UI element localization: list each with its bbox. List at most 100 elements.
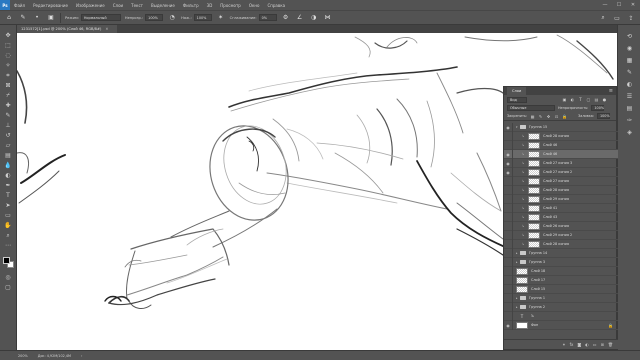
filter-type-icon[interactable]: T bbox=[578, 97, 583, 102]
channels-panel-icon[interactable]: ▤ bbox=[624, 103, 635, 113]
angle-icon[interactable]: ∠ bbox=[295, 13, 305, 23]
menu-item[interactable]: Выделение bbox=[147, 3, 179, 8]
layer-row[interactable]: ◉ ↳ Слой 27 копия 2 bbox=[504, 167, 618, 177]
menu-item[interactable]: Изображение bbox=[72, 3, 109, 8]
visibility-eye-icon[interactable]: ◉ bbox=[504, 167, 513, 177]
filter-kind-select[interactable]: Вид bbox=[507, 96, 527, 103]
layer-row[interactable]: ◉ ↳ Слой 27 копия 3 bbox=[504, 158, 618, 168]
visibility-eye-icon[interactable] bbox=[504, 140, 513, 150]
healing-brush-tool-icon[interactable]: ✚ bbox=[3, 101, 13, 110]
quick-mask-icon[interactable]: ◎ bbox=[3, 273, 13, 282]
menu-item[interactable]: Просмотр bbox=[216, 3, 245, 8]
visibility-eye-icon[interactable]: ◉ bbox=[504, 122, 513, 132]
workspace-icon[interactable]: ▭ bbox=[612, 13, 622, 23]
layer-group-row[interactable]: ▸ Группа 14 bbox=[504, 248, 618, 258]
maximize-button[interactable]: ☐ bbox=[612, 0, 626, 10]
visibility-eye-icon[interactable] bbox=[504, 221, 513, 231]
visibility-eye-icon[interactable] bbox=[504, 257, 513, 267]
opacity-field[interactable]: 100% bbox=[145, 14, 164, 21]
frame-tool-icon[interactable]: ⊠ bbox=[3, 81, 13, 90]
move-tool-icon[interactable]: ✥ bbox=[3, 31, 13, 40]
pressure-size-icon[interactable]: ◑ bbox=[309, 13, 319, 23]
eyedropper-tool-icon[interactable]: ⌿ bbox=[3, 91, 13, 100]
blend-mode-select[interactable]: Обычные bbox=[507, 105, 555, 111]
visibility-eye-icon[interactable] bbox=[504, 131, 513, 141]
visibility-eye-icon[interactable] bbox=[504, 194, 513, 204]
visibility-eye-icon[interactable] bbox=[504, 275, 513, 285]
adjustment-layer-icon[interactable]: ◐ bbox=[585, 342, 589, 347]
filter-toggle-icon[interactable]: ● bbox=[602, 97, 607, 102]
menu-item[interactable]: Файл bbox=[10, 3, 29, 8]
history-brush-tool-icon[interactable]: ↺ bbox=[3, 131, 13, 140]
lock-position-icon[interactable]: ✥ bbox=[546, 114, 551, 119]
link-layers-icon[interactable]: ⚭ bbox=[562, 342, 565, 347]
fill-field[interactable]: 100% bbox=[596, 113, 610, 119]
share-icon[interactable]: ⇪ bbox=[626, 13, 636, 23]
marquee-tool-icon[interactable]: ⬚ bbox=[3, 41, 13, 50]
brush-preset-icon[interactable]: ✎ bbox=[18, 13, 28, 23]
brush-size-icon[interactable]: • bbox=[32, 13, 42, 23]
panel-menu-icon[interactable]: ≡ bbox=[609, 88, 613, 94]
visibility-eye-icon[interactable] bbox=[504, 230, 513, 240]
visibility-eye-icon[interactable] bbox=[504, 212, 513, 222]
layer-style-icon[interactable]: fx bbox=[570, 342, 574, 347]
smoothing-field[interactable]: 0% bbox=[258, 14, 277, 21]
clone-stamp-tool-icon[interactable]: ⊥ bbox=[3, 121, 13, 130]
crop-tool-icon[interactable]: ⌗ bbox=[3, 71, 13, 80]
layer-row[interactable]: Слой 15 bbox=[504, 284, 618, 294]
layer-group-row[interactable]: ◉ ▾ Группа 15 bbox=[504, 122, 618, 132]
lock-transparent-icon[interactable]: ▦ bbox=[530, 114, 535, 119]
layer-row[interactable]: ↳ Слой 46 bbox=[504, 140, 618, 150]
rectangle-tool-icon[interactable]: ▭ bbox=[3, 211, 13, 220]
visibility-eye-icon[interactable] bbox=[504, 284, 513, 294]
delete-layer-icon[interactable]: 🗑 bbox=[608, 342, 613, 347]
properties-panel-icon[interactable]: ☰ bbox=[624, 91, 635, 101]
layer-row[interactable]: ↳ Слой 41 bbox=[504, 203, 618, 213]
path-selection-tool-icon[interactable]: ➤ bbox=[3, 201, 13, 210]
layers-tab[interactable]: Слои bbox=[507, 87, 527, 95]
smoothing-settings-icon[interactable]: ⚙ bbox=[281, 13, 291, 23]
gradient-tool-icon[interactable]: ▤ bbox=[3, 151, 13, 160]
brushes-panel-icon[interactable]: ✎ bbox=[624, 67, 635, 77]
layer-row[interactable]: ◉ ↳ Слой 46 bbox=[504, 149, 618, 159]
layer-row[interactable]: Слой 17 bbox=[504, 275, 618, 285]
layer-row[interactable]: ◉ Фон 🔒 bbox=[504, 320, 618, 330]
dodge-tool-icon[interactable]: ◐ bbox=[3, 171, 13, 180]
flow-field[interactable]: 100% bbox=[193, 14, 212, 21]
layer-row[interactable]: ↳ Слой 43 bbox=[504, 212, 618, 222]
visibility-eye-icon[interactable] bbox=[504, 302, 513, 312]
menu-item[interactable]: Редактирование bbox=[29, 3, 72, 8]
adjustments-panel-icon[interactable]: ◐ bbox=[624, 79, 635, 89]
filter-pixel-icon[interactable]: ▣ bbox=[562, 97, 567, 102]
foreground-color-swatch[interactable] bbox=[3, 257, 10, 264]
visibility-eye-icon[interactable] bbox=[504, 311, 513, 321]
layer-row[interactable]: ↳ Слой 29 копия 2 bbox=[504, 230, 618, 240]
menu-item[interactable]: Справка bbox=[263, 3, 289, 8]
quick-select-tool-icon[interactable]: ✧ bbox=[3, 61, 13, 70]
symmetry-icon[interactable]: ⋈ bbox=[323, 13, 333, 23]
visibility-eye-icon[interactable]: ◉ bbox=[504, 149, 513, 159]
eraser-tool-icon[interactable]: ▱ bbox=[3, 141, 13, 150]
menu-item[interactable]: Слои bbox=[109, 3, 127, 8]
brush-settings-icon[interactable]: ▣ bbox=[46, 13, 56, 23]
visibility-eye-icon[interactable] bbox=[504, 293, 513, 303]
filter-adjustment-icon[interactable]: ◐ bbox=[570, 97, 575, 102]
visibility-eye-icon[interactable]: ◉ bbox=[504, 158, 513, 168]
history-panel-icon[interactable]: ⟲ bbox=[624, 31, 635, 41]
visibility-eye-icon[interactable] bbox=[504, 176, 513, 186]
mode-select[interactable]: Нормальный bbox=[80, 14, 121, 21]
visibility-eye-icon[interactable] bbox=[504, 266, 513, 276]
close-tab-icon[interactable]: ✕ bbox=[105, 27, 108, 31]
zoom-tool-icon[interactable]: ⌕ bbox=[3, 231, 13, 240]
new-group-icon[interactable]: ▭ bbox=[593, 342, 597, 347]
layer-row[interactable]: TЪ bbox=[504, 311, 618, 321]
brush-tool-icon[interactable]: ✎ bbox=[3, 111, 13, 120]
filter-shape-icon[interactable]: ▢ bbox=[586, 97, 591, 102]
layer-row[interactable]: ↳ Слой 27 копия bbox=[504, 176, 618, 186]
close-window-button[interactable]: ✕ bbox=[626, 0, 640, 10]
more-tools-icon[interactable]: ⋯ bbox=[3, 241, 13, 250]
add-mask-icon[interactable]: ◙ bbox=[577, 342, 581, 347]
pen-tool-icon[interactable]: ✒ bbox=[3, 181, 13, 190]
new-layer-icon[interactable]: ⊞ bbox=[601, 342, 604, 347]
filter-smart-object-icon[interactable]: ▤ bbox=[594, 97, 599, 102]
